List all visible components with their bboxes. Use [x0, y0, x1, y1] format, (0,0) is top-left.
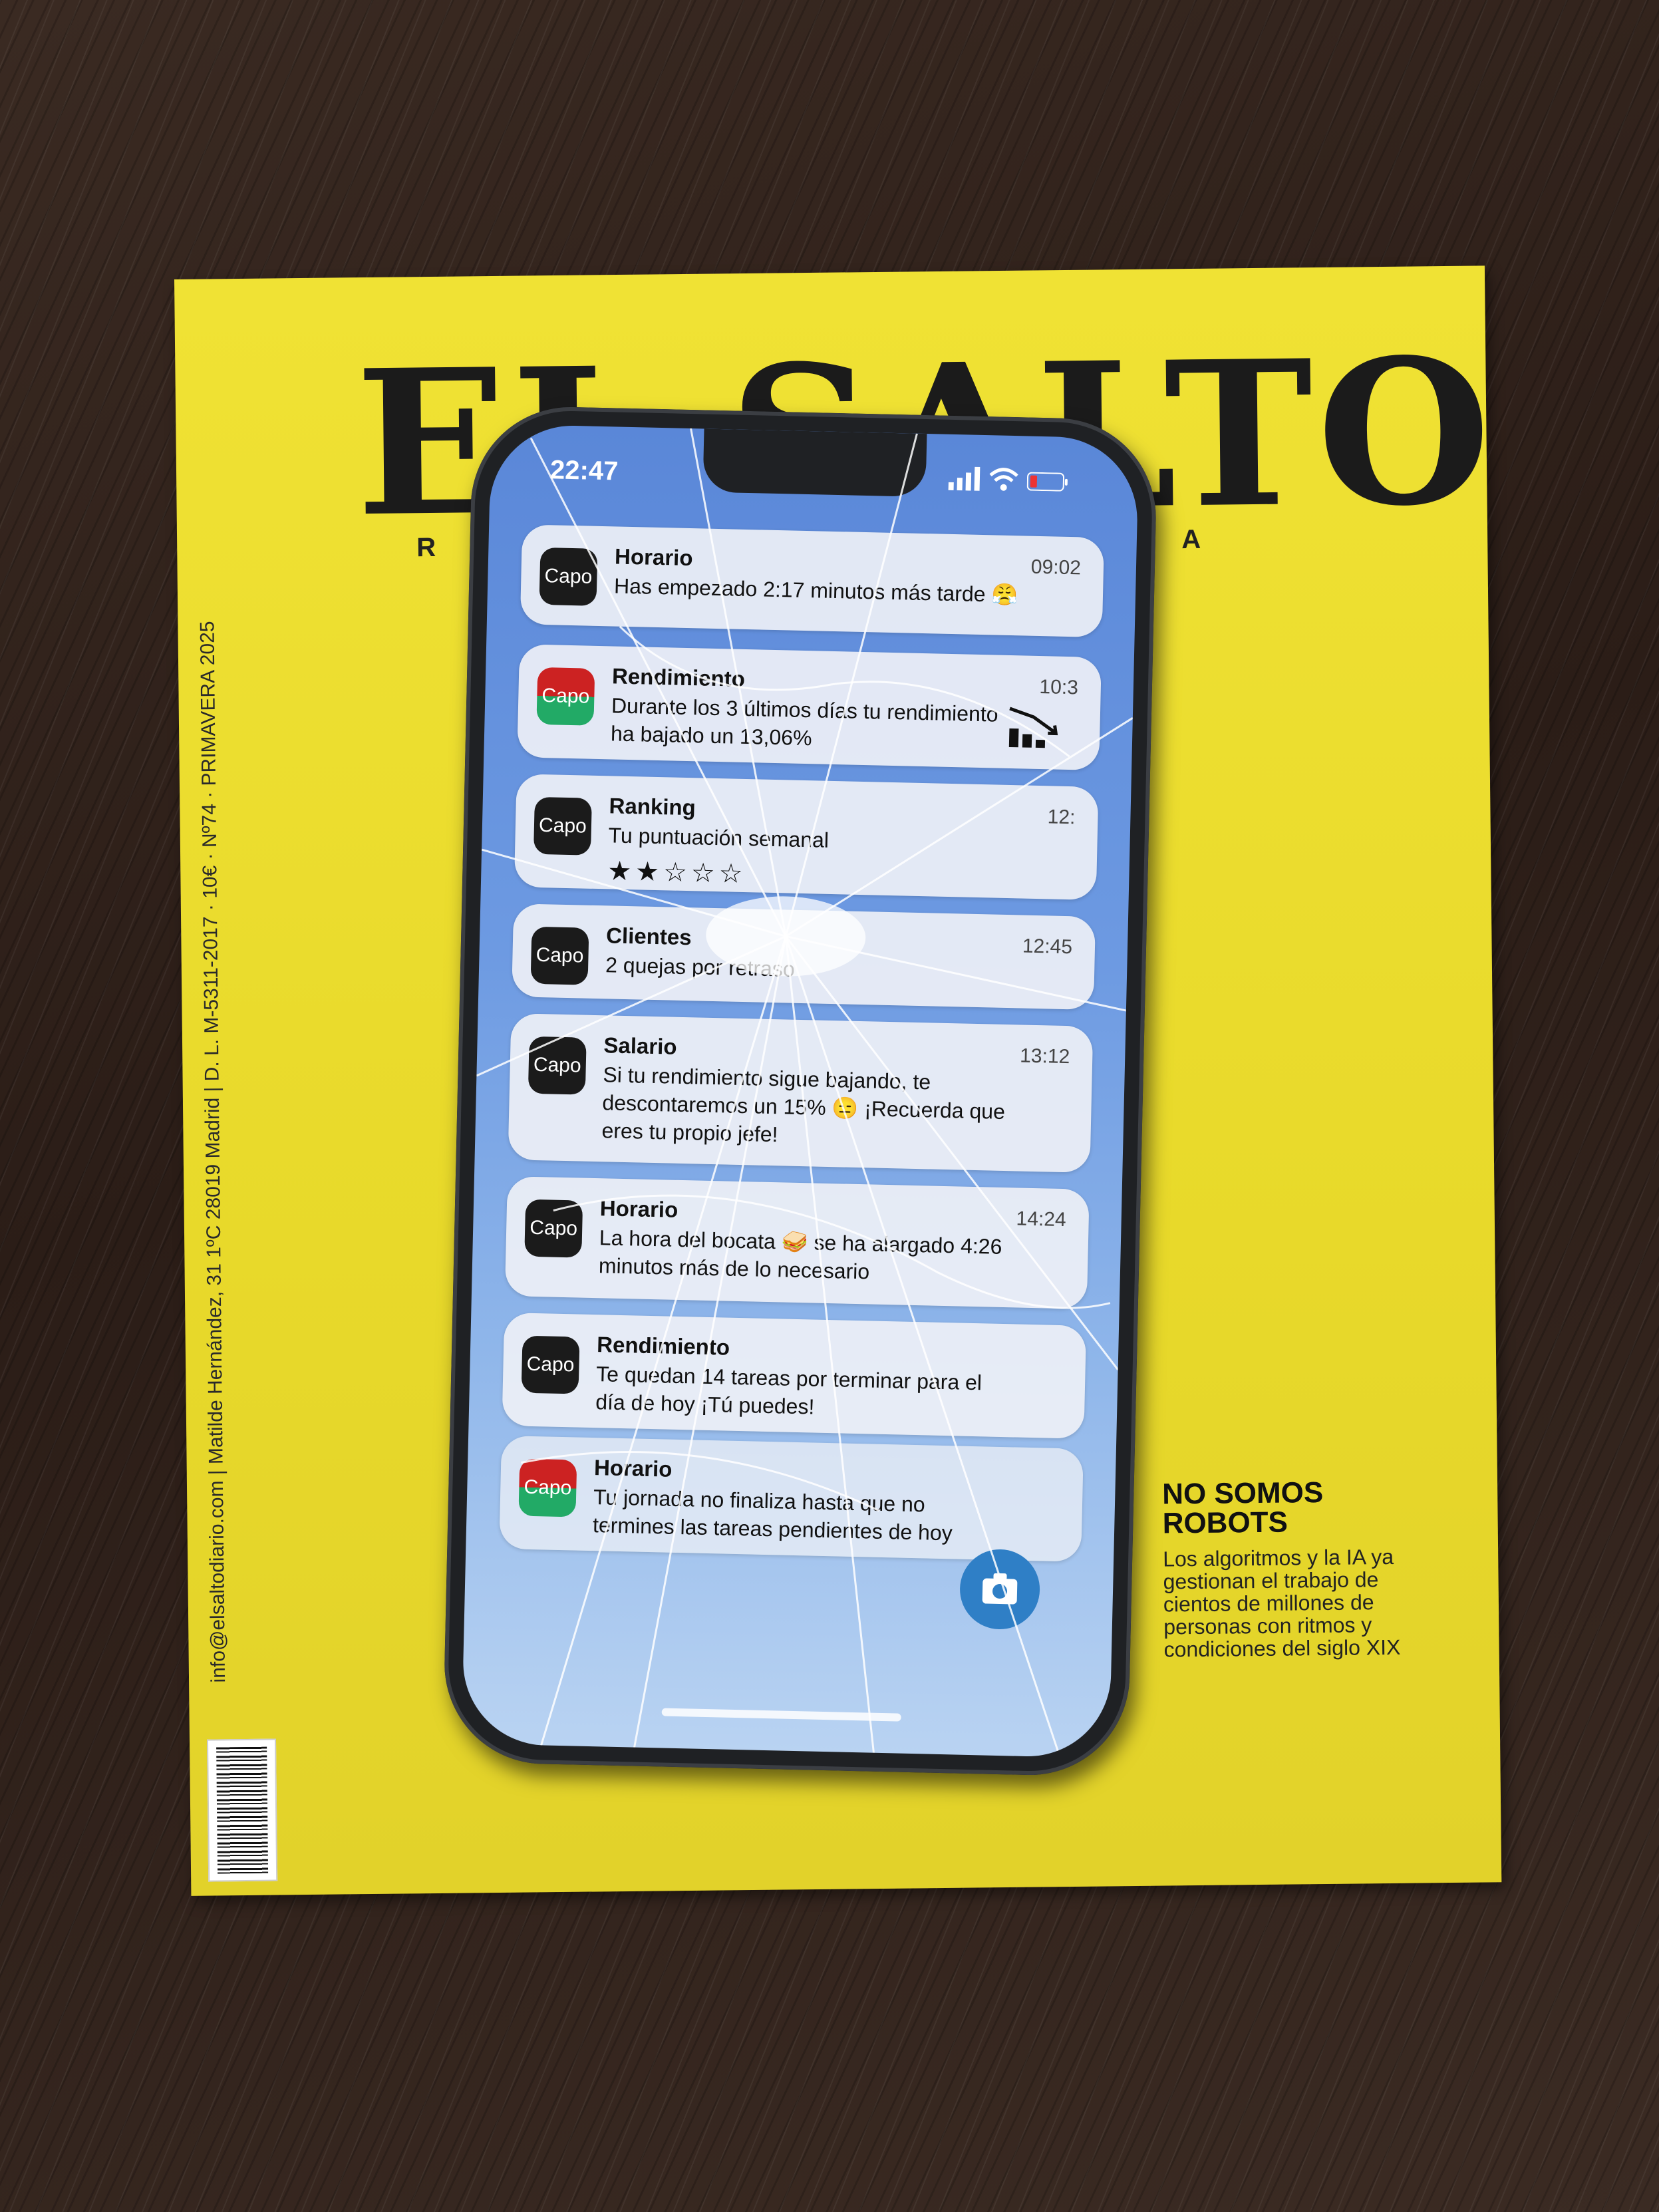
capo-app-icon: Capo: [539, 547, 598, 606]
wifi-icon: [989, 468, 1018, 491]
notification-body: Tu puntuación semanal: [608, 823, 830, 852]
capo-app-icon: Capo: [521, 1335, 580, 1394]
phone-notch: [702, 428, 927, 498]
notification-title: Ranking: [609, 793, 696, 820]
notification-time: 09:02: [1030, 555, 1082, 579]
smartphone: 22:47 Capo Horario 09:02 Has empezado 2:…: [442, 404, 1159, 1778]
status-time: 22:47: [549, 455, 619, 486]
notification-body: La hora del bocata 🥪 se ha alargado 4:26…: [598, 1225, 1002, 1284]
notification-body: Has empezado 2:17 minutos más tarde 😤: [613, 573, 1018, 607]
notification-card[interactable]: Capo Horario 14:24 La hora del bocata 🥪 …: [504, 1176, 1090, 1309]
notification-title: Horario: [599, 1195, 679, 1222]
signal-icon: [948, 466, 980, 491]
notification-body: Tu jornada no finaliza hasta que no term…: [592, 1485, 953, 1545]
camera-button[interactable]: [959, 1548, 1041, 1631]
capo-app-icon: Capo: [518, 1458, 577, 1517]
lock-screen: 22:47 Capo Horario 09:02 Has empezado 2:…: [461, 424, 1139, 1758]
notification-time: 12:45: [1022, 935, 1073, 959]
notification-body: Durante los 3 últimos días tu rendimient…: [610, 693, 998, 750]
feature-title: NO SOMOS ROBOTS: [1161, 1476, 1324, 1540]
capo-app-icon: Capo: [528, 1036, 587, 1095]
notification-time: 12:: [1047, 806, 1076, 829]
notification-card[interactable]: Capo Rendimiento Te quedan 14 tareas por…: [502, 1312, 1087, 1439]
notification-title: Horario: [614, 544, 693, 571]
notification-title: Clientes: [605, 923, 692, 950]
home-indicator[interactable]: [661, 1708, 901, 1722]
notification-card[interactable]: Capo Horario 09:02 Has empezado 2:17 min…: [520, 524, 1104, 638]
notification-title: Salario: [603, 1032, 677, 1059]
notification-time: 14:24: [1016, 1207, 1067, 1231]
feature-text: Los algoritmos y la IA ya gestionan el t…: [1163, 1544, 1401, 1662]
notification-card[interactable]: Capo Ranking 12: Tu puntuación semanal ★…: [514, 774, 1099, 901]
barcode-icon: [206, 1738, 278, 1882]
notification-body: 2 quejas por retraso: [605, 953, 796, 981]
notification-title: Horario: [593, 1455, 673, 1482]
rating-stars: ★★☆☆☆: [607, 856, 748, 889]
notification-card[interactable]: Capo Salario 13:12 Si tu rendimiento sig…: [508, 1013, 1094, 1173]
capo-app-icon: Capo: [533, 796, 592, 856]
feature-story: NO SOMOS ROBOTS Los algoritmos y la IA y…: [1161, 1476, 1404, 1662]
camera-icon: [982, 1573, 1018, 1605]
notification-title: Rendimiento: [611, 663, 746, 691]
subhead-left-letter: R: [416, 532, 436, 563]
notification-body: Si tu rendimiento sigue bajando, te desc…: [601, 1062, 1006, 1147]
declining-chart-icon: [1008, 707, 1058, 748]
subhead-right-letter: A: [1181, 524, 1201, 555]
capo-app-icon: Capo: [530, 926, 589, 985]
magazine-spine-text: info@elsaltodiario.com | Matilde Hernánd…: [196, 621, 230, 1683]
notification-time: 13:12: [1019, 1044, 1070, 1068]
notification-card[interactable]: Capo Clientes 12:45 2 quejas por retraso: [512, 903, 1096, 1010]
capo-app-icon: Capo: [536, 667, 595, 726]
notification-title: Rendimiento: [596, 1332, 730, 1360]
notification-body: Te quedan 14 tareas por terminar para el…: [595, 1362, 982, 1419]
notification-time: 10:3: [1039, 676, 1079, 699]
status-icons: [948, 466, 1082, 496]
notification-card[interactable]: Capo Rendimiento 10:3 Durante los 3 últi…: [517, 644, 1102, 771]
capo-app-icon: Capo: [524, 1199, 583, 1258]
notification-card[interactable]: Capo Horario Tu jornada no finaliza hast…: [499, 1435, 1084, 1562]
battery-icon: [1026, 472, 1068, 492]
